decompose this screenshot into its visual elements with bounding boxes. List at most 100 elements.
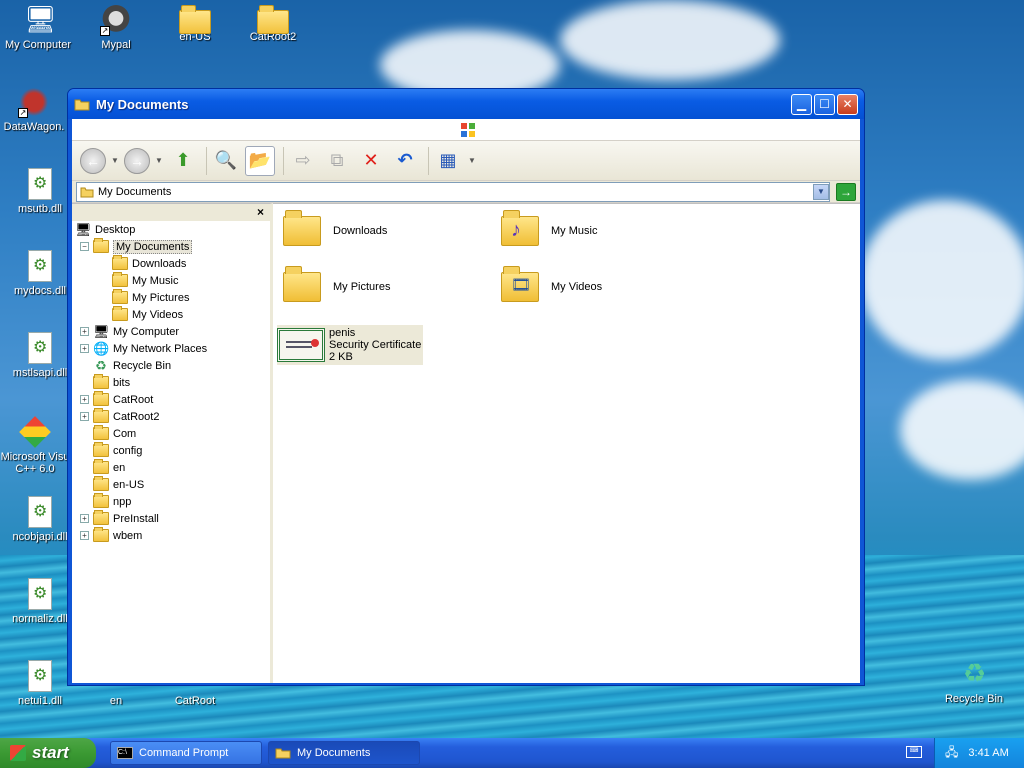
tree-item-bits[interactable]: bits	[72, 374, 270, 391]
tree-item-recycle-bin[interactable]: ♻ Recycle Bin	[72, 357, 270, 374]
expand-toggle[interactable]: +	[80, 327, 89, 336]
toolbar-separator	[428, 146, 429, 175]
expand-toggle[interactable]: +	[80, 412, 89, 421]
computer-icon	[22, 4, 57, 36]
tree-item-my-computer[interactable]: + 🖥 My Computer	[72, 323, 270, 340]
copy-to-icon: ⧉	[330, 150, 344, 170]
taskbar-item-my-documents[interactable]: My Documents	[268, 741, 420, 765]
go-button[interactable]: →	[836, 182, 856, 201]
start-button[interactable]: start	[0, 738, 96, 768]
folder-icon	[257, 5, 289, 34]
tree-item-npp[interactable]: npp	[72, 493, 270, 510]
datawagon-icon: ↗	[18, 86, 50, 118]
cloud	[900, 380, 1024, 480]
desktop-icon-recycle-bin[interactable]: Recycle Bin	[936, 658, 1012, 705]
back-dropdown[interactable]: ▼	[110, 146, 120, 176]
title-bar[interactable]: My Documents ▁ ☐ ✕	[68, 89, 864, 119]
clock[interactable]: 3:41 AM	[968, 747, 1008, 759]
tree-item-my-music[interactable]: My Music	[72, 272, 270, 289]
shortcut-arrow-icon: ↗	[100, 26, 110, 36]
visual-cpp-icon	[19, 416, 51, 448]
folder-icon	[275, 748, 291, 759]
tree-item-wbem[interactable]: + wbem	[72, 527, 270, 544]
desktop-icon-my-computer[interactable]: My Computer	[0, 4, 76, 51]
close-button[interactable]: ✕	[837, 93, 858, 115]
up-arrow-icon: ⬆	[175, 150, 191, 170]
explorer-window[interactable]: My Documents ▁ ☐ ✕ ← ▼ → ▼ ⬆ 🔍 📂 ⇨ ⧉ ✕ ↶	[67, 88, 865, 686]
expand-toggle[interactable]: +	[80, 395, 89, 404]
delete-x-icon: ✕	[363, 150, 379, 170]
undo-icon: ↶	[397, 150, 413, 170]
address-dropdown-button[interactable]: ▼	[813, 183, 829, 200]
back-button[interactable]: ←	[80, 147, 106, 174]
search-button[interactable]: 🔍	[211, 146, 241, 176]
tree-item-my-network-places[interactable]: + 🌐 My Network Places	[72, 340, 270, 357]
tree-item-downloads[interactable]: Downloads	[72, 255, 270, 272]
network-tray-icon[interactable]: 🖧	[945, 743, 958, 764]
tree-item-catroot[interactable]: + CatRoot	[72, 391, 270, 408]
file-name: penis	[329, 327, 356, 339]
expand-toggle[interactable]: +	[80, 344, 89, 353]
undo-button[interactable]: ↶	[390, 146, 420, 176]
folders-button[interactable]: 📂	[245, 145, 275, 176]
dll-file-icon	[28, 578, 52, 610]
certificate-icon	[277, 328, 325, 362]
toolbar-separator	[206, 146, 207, 175]
copy-to-button[interactable]: ⧉	[322, 146, 352, 176]
file-item-my-pictures[interactable]: My Pictures	[283, 266, 390, 302]
delete-button[interactable]: ✕	[356, 146, 386, 176]
file-type: Security Certificate	[329, 339, 422, 351]
tree-close-button[interactable]: ×	[257, 205, 264, 219]
tree-item-catroot2[interactable]: + CatRoot2	[72, 408, 270, 425]
file-size: 2 KB	[329, 351, 353, 363]
tree-item-my-videos[interactable]: My Videos	[72, 306, 270, 323]
tree-item-config[interactable]: config	[72, 442, 270, 459]
address-bar: My Documents ▼ →	[72, 181, 860, 203]
tree-item-my-documents[interactable]: − My Documents	[72, 238, 270, 255]
go-arrow-icon: →	[840, 184, 852, 199]
dll-file-icon	[28, 496, 52, 528]
desktop-icon-mypal[interactable]: ↗ Mypal	[78, 4, 154, 51]
desktop-icon-microsoft-visual-cpp[interactable]: Microsoft Visu C++ 6.0	[0, 416, 70, 475]
tree-item-en-us[interactable]: en-US	[72, 476, 270, 493]
file-item-certificate[interactable]: penis Security Certificate 2 KB	[277, 325, 423, 365]
command-prompt-icon: C:\	[117, 747, 133, 759]
folder-icon	[93, 527, 109, 542]
desktop-icon-catroot2[interactable]: CatRoot2	[235, 4, 311, 43]
views-dropdown[interactable]: ▼	[467, 146, 477, 176]
tree-item-my-pictures[interactable]: My Pictures	[72, 289, 270, 306]
tree-item-preinstall[interactable]: + PreInstall	[72, 510, 270, 527]
network-icon: 🌐	[93, 340, 110, 356]
up-folder-button[interactable]: ⬆	[168, 146, 198, 176]
windows-logo-icon	[461, 123, 475, 137]
folder-tree-pane: × 🖥 Desktop − My Documents Downloads My …	[72, 203, 273, 683]
videos-folder-icon: 🎞	[501, 266, 539, 302]
collapse-toggle[interactable]: −	[80, 242, 89, 251]
expand-toggle[interactable]: +	[80, 514, 89, 523]
file-item-my-videos[interactable]: 🎞 My Videos	[501, 266, 602, 302]
tree-item-en[interactable]: en	[72, 459, 270, 476]
maximize-icon: ☐	[819, 97, 830, 111]
dropdown-arrow-icon: ▼	[155, 156, 163, 165]
maximize-button[interactable]: ☐	[814, 93, 835, 115]
desktop-icon-en-us[interactable]: en-US	[157, 4, 233, 43]
forward-dropdown[interactable]: ▼	[154, 146, 164, 176]
taskbar-item-command-prompt[interactable]: C:\ Command Prompt	[110, 741, 262, 765]
expand-toggle[interactable]: +	[80, 531, 89, 540]
desktop-icon-datawagon[interactable]: ↗ DataWagon.	[0, 86, 72, 133]
forward-button[interactable]: →	[124, 147, 150, 174]
views-icon: ▦	[439, 150, 457, 170]
minimize-button[interactable]: ▁	[791, 93, 812, 115]
file-item-downloads[interactable]: Downloads	[283, 210, 387, 246]
keyboard-icon[interactable]: ⌨	[906, 746, 922, 758]
address-input[interactable]: My Documents ▼	[76, 181, 830, 202]
folder-icon	[93, 238, 109, 253]
tree-item-desktop[interactable]: 🖥 Desktop	[72, 221, 270, 238]
views-button[interactable]: ▦	[433, 146, 463, 176]
close-icon: ✕	[842, 97, 853, 111]
tree-item-com[interactable]: Com	[72, 425, 270, 442]
move-to-button[interactable]: ⇨	[288, 146, 318, 176]
folder-icon	[93, 476, 109, 491]
file-item-my-music[interactable]: ♪ My Music	[501, 210, 597, 246]
folders-icon: 📂	[248, 150, 272, 170]
